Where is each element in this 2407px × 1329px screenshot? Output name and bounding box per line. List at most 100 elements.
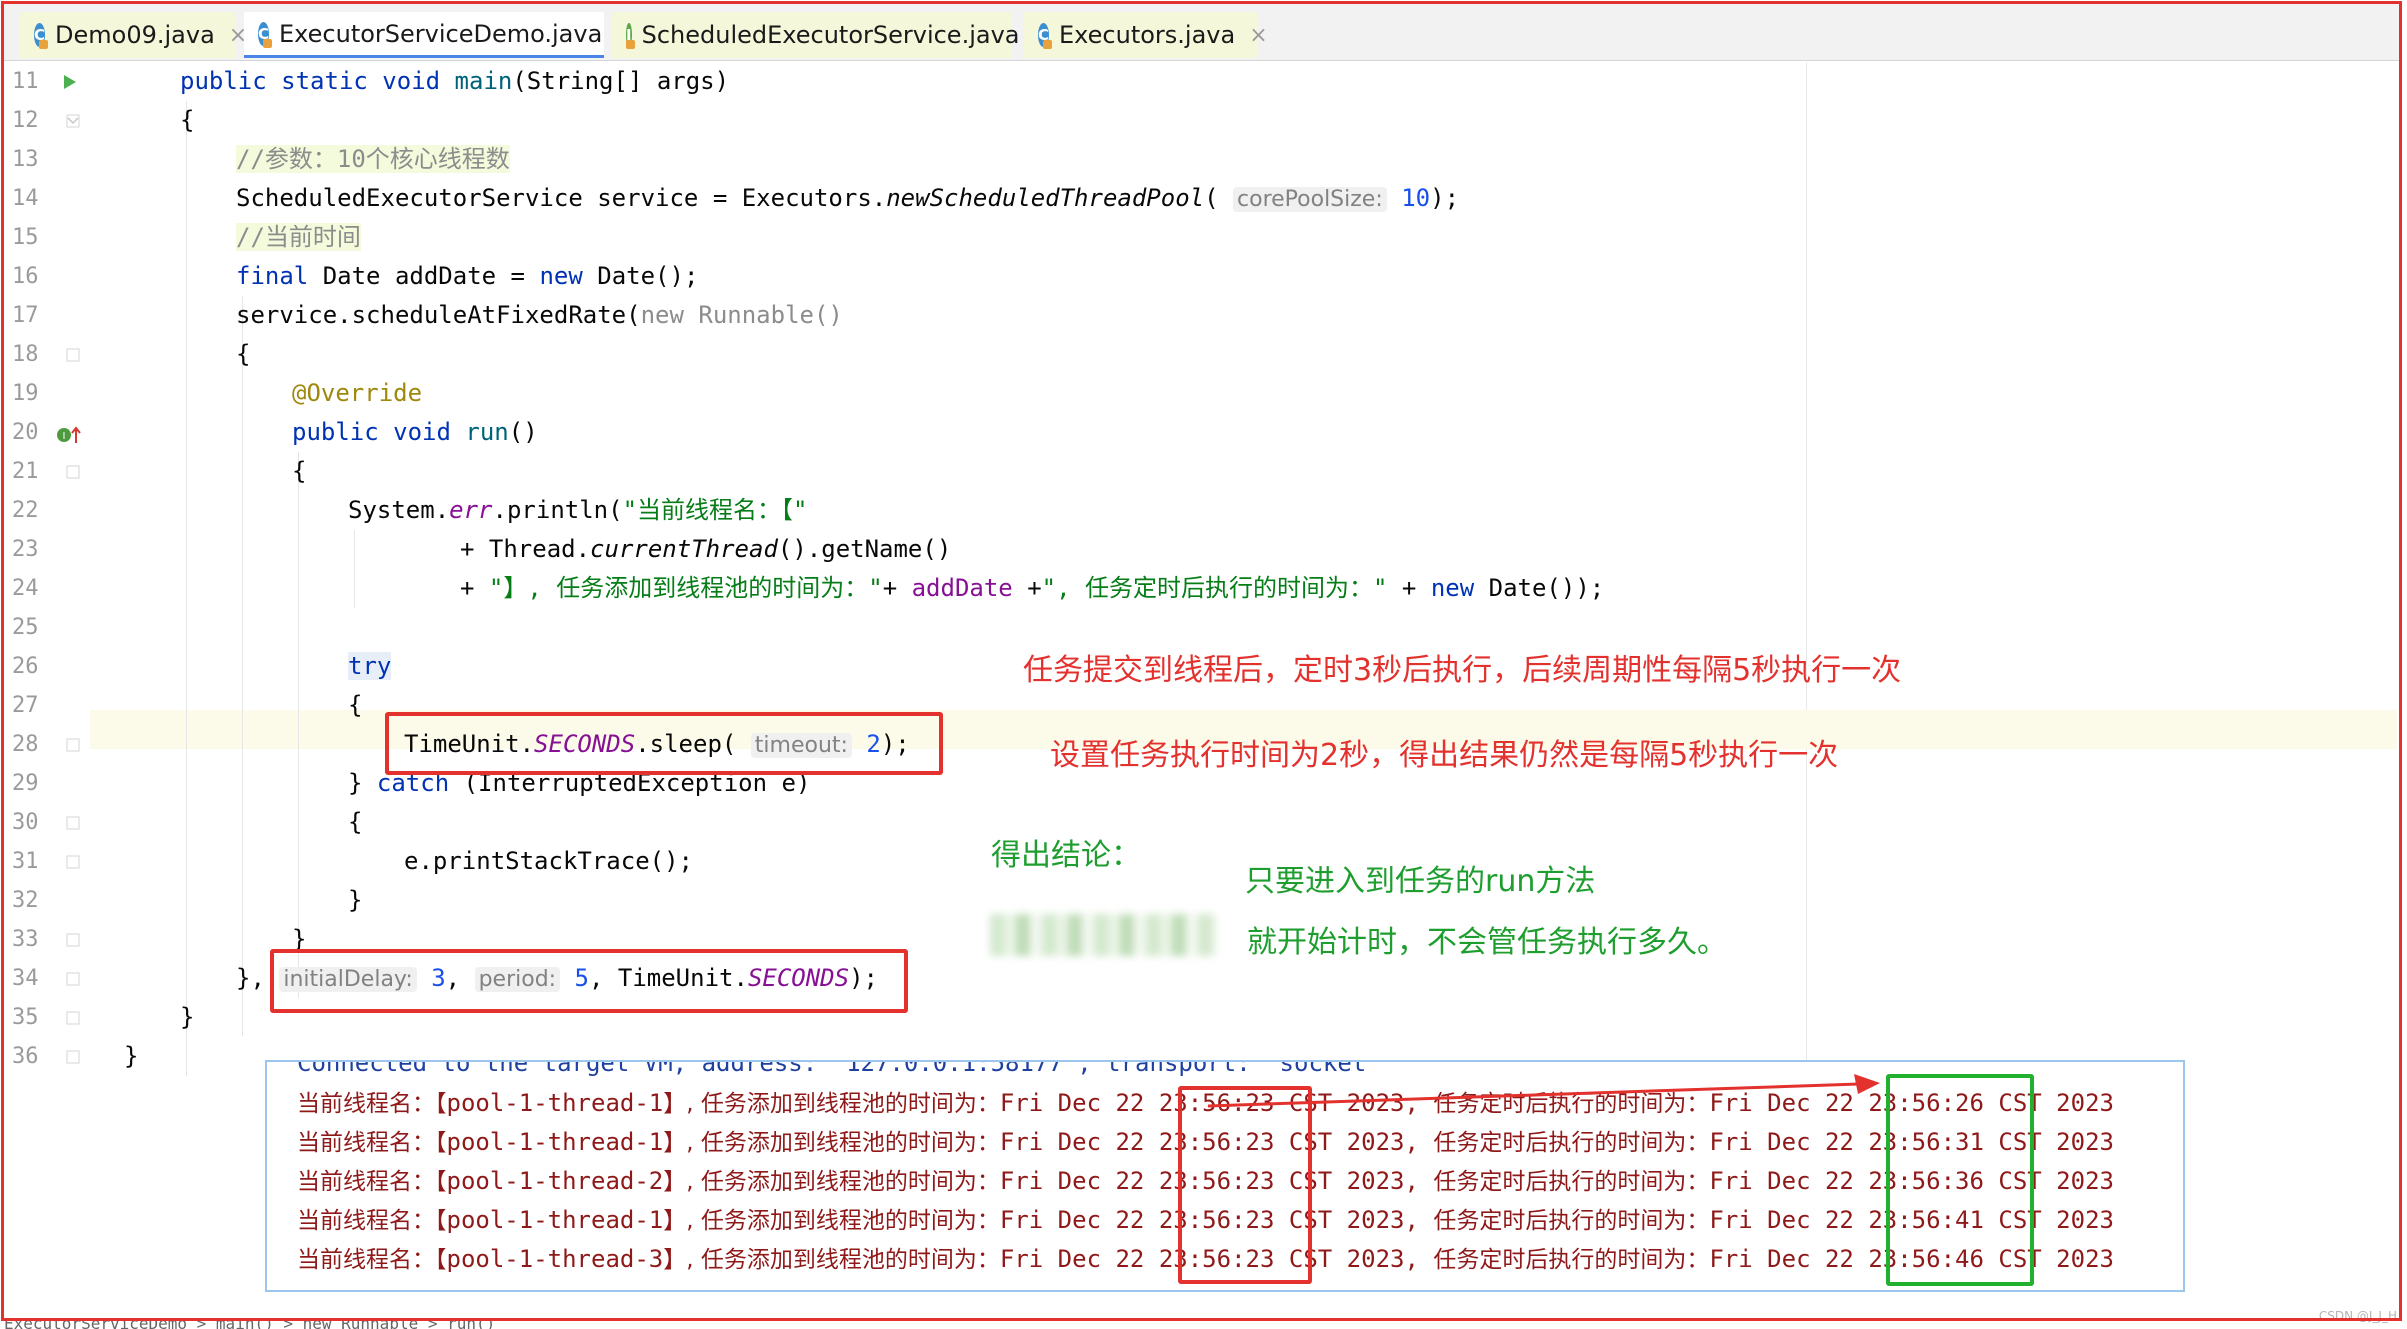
fold-icon[interactable] <box>66 1011 80 1025</box>
fold-icon[interactable] <box>66 816 80 830</box>
code-token: ScheduledExecutorService service = Execu… <box>236 184 887 212</box>
code-line-30: { <box>348 808 363 836</box>
fold-icon[interactable] <box>66 465 80 479</box>
line-number: 26 <box>12 654 39 679</box>
tab-executorservicedemo[interactable]: C ExecutorServiceDemo.java × <box>244 12 635 58</box>
line-number: 29 <box>12 771 39 796</box>
code-folded-token: new Runnable() <box>640 301 843 329</box>
console-date: Fri Dec 22 <box>999 1128 1145 1156</box>
code-token: System. <box>348 496 450 524</box>
fold-icon[interactable] <box>66 348 80 362</box>
console-date: Fri Dec 22 <box>999 1167 1145 1195</box>
line-number: 34 <box>12 966 39 991</box>
tab-label: Executors.java <box>1059 21 1236 49</box>
submit-time-highlight-box <box>1178 1086 1312 1284</box>
console-text: 】, 任务添加到线程池的时间为： <box>663 1130 1000 1156</box>
code-string: "】, 任务添加到线程池的时间为：" <box>488 574 883 602</box>
run-gutter-icon[interactable] <box>62 74 78 90</box>
code-line-15: //当前时间 <box>236 218 361 257</box>
fold-icon[interactable] <box>66 1050 80 1064</box>
console-text: 当前线程名：【 <box>297 1091 447 1117</box>
code-token: public static void <box>180 67 455 95</box>
sleep-highlight-box <box>385 712 943 775</box>
watermark: CSDN @J_J_H <box>2318 1309 2397 1323</box>
line-number: 24 <box>12 576 39 601</box>
code-line-12: { <box>180 106 195 134</box>
code-comment: //参数：10个核心线程数 <box>236 145 510 173</box>
override-gutter-icon[interactable]: I <box>56 425 84 445</box>
indent-guide <box>354 530 355 608</box>
delay-period-highlight-box <box>270 949 908 1013</box>
console-text: 当前线程名：【 <box>297 1169 447 1195</box>
code-line-18: { <box>236 340 251 368</box>
tab-label: Demo09.java <box>55 21 215 49</box>
code-line-32: } <box>348 886 363 914</box>
close-icon[interactable]: × <box>1249 23 1267 48</box>
java-interface-icon: I <box>625 23 635 49</box>
code-line-22: System.err.println("当前线程名：【" <box>348 491 807 530</box>
line-number: 14 <box>12 186 39 211</box>
svg-text:I: I <box>63 431 66 442</box>
code-token: Date(); <box>582 262 699 290</box>
console-date: Fri Dec 22 <box>999 1245 1145 1273</box>
console-date: Fri Dec 22 <box>999 1089 1145 1117</box>
code-line-21: { <box>292 457 307 485</box>
line-number-gutter: 11 12 13 14 15 16 17 18 19 20 21 22 23 2… <box>4 62 90 1069</box>
code-token: .println( <box>492 496 623 524</box>
code-token: newScheduledThreadPool <box>886 184 1205 212</box>
line-number: 25 <box>12 615 39 640</box>
code-token: (String[] args) <box>512 67 730 95</box>
indent-guide <box>298 452 299 998</box>
fold-icon[interactable] <box>66 114 80 128</box>
blurred-region <box>990 914 1216 956</box>
note-schedule-explanation: 任务提交到线程后，定时3秒后执行，后续周期性每隔5秒执行一次 <box>1023 653 1902 688</box>
fold-icon[interactable] <box>66 855 80 869</box>
code-line-31: e.printStackTrace(); <box>404 847 693 875</box>
code-token: + <box>882 574 912 602</box>
code-line-35: } <box>180 1003 195 1031</box>
breadcrumb: ExecutorServiceDemo > main() > new Runna… <box>4 1318 496 1329</box>
line-number: 11 <box>12 69 39 94</box>
code-string: "当前线程名：【" <box>622 496 808 524</box>
fold-icon[interactable] <box>66 972 80 986</box>
line-number: 31 <box>12 849 39 874</box>
line-number: 16 <box>12 264 39 289</box>
java-class-icon: C <box>34 23 49 49</box>
java-class-icon: C <box>1038 23 1053 49</box>
code-keyword: try <box>348 652 392 680</box>
code-token: Date addDate = <box>308 262 540 290</box>
console-text: 当前线程名：【 <box>297 1208 447 1234</box>
tab-scheduledexecutorservice[interactable]: I ScheduledExecutorService.java × <box>612 12 1052 58</box>
indent-guide <box>242 296 243 1036</box>
line-number: 35 <box>12 1005 39 1030</box>
tab-demo09[interactable]: C Demo09.java × <box>20 12 247 58</box>
console-text: 】, 任务添加到线程池的时间为： <box>663 1091 1000 1117</box>
code-annotation: @Override <box>292 379 423 407</box>
line-number: 12 <box>12 108 39 133</box>
line-number: 36 <box>12 1044 39 1069</box>
fold-icon[interactable] <box>66 738 80 752</box>
code-comment: //当前时间 <box>236 223 361 251</box>
code-line-23: + Thread.currentThread().getName() <box>460 530 951 569</box>
code-keyword: final <box>236 262 309 290</box>
tab-executors[interactable]: C Executors.java × <box>1024 12 1268 58</box>
code-token: run <box>465 418 509 446</box>
code-editor[interactable]: public static void main(String[] args) {… <box>90 62 2401 1076</box>
console-date: Fri Dec 22 <box>999 1206 1145 1234</box>
console-date: Fri Dec 22 <box>1709 1206 1854 1234</box>
line-number: 19 <box>12 381 39 406</box>
console-text: 当前线程名：【 <box>297 1130 447 1156</box>
console-text: 当前线程名：【 <box>297 1247 447 1273</box>
line-number: 32 <box>12 888 39 913</box>
code-token: err <box>449 496 493 524</box>
code-token: + <box>1012 574 1042 602</box>
code-line-36: } <box>124 1042 139 1070</box>
java-class-icon: C <box>258 21 273 48</box>
note-conclusion-line2: 就开始计时，不会管任务执行多久。 <box>1247 925 1727 960</box>
line-number: 20 <box>12 420 39 445</box>
code-line-27: { <box>348 691 363 719</box>
console-text: 任务定时后执行的时间为： <box>1433 1208 1710 1234</box>
fold-icon[interactable] <box>66 933 80 947</box>
code-line-16: final Date addDate = new Date(); <box>236 257 698 296</box>
line-number: 21 <box>12 459 39 484</box>
